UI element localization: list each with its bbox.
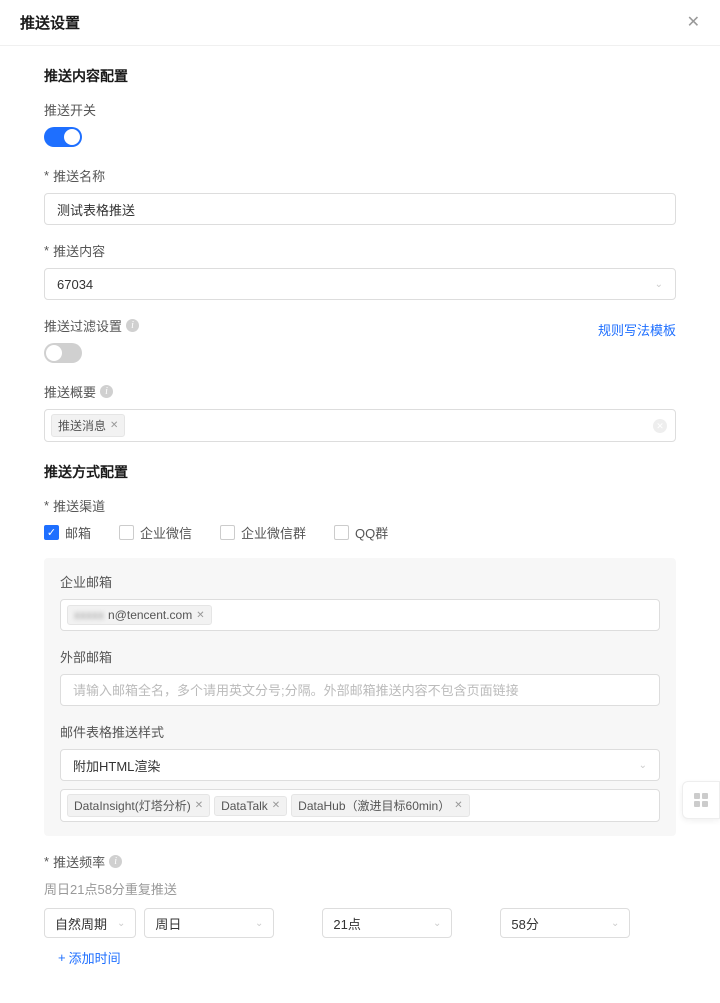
tag-remove-icon[interactable]: ✕	[272, 800, 280, 811]
corp-email-input[interactable]: xxxxxn@tencent.com ✕	[60, 599, 660, 631]
plus-icon: +	[58, 950, 66, 965]
chevron-down-icon: ⌄	[655, 279, 663, 290]
channel-email[interactable]: ✓ 邮箱	[44, 523, 91, 542]
toggle-knob	[46, 345, 62, 361]
email-style-select[interactable]: 附加HTML渲染 ⌄	[60, 749, 660, 781]
channel-wecom[interactable]: 企业微信	[119, 523, 192, 542]
field-push-channel: *推送渠道 ✓ 邮箱 企业微信 企业微信群 QQ群	[44, 496, 676, 542]
chevron-down-icon: ⌄	[255, 918, 263, 929]
checkbox-icon	[334, 525, 349, 540]
push-summary-input[interactable]: 推送消息 ✕ ✕	[44, 409, 676, 442]
chevron-down-icon: ⌄	[117, 918, 125, 929]
push-name-label: *推送名称	[44, 166, 676, 185]
tag-remove-icon[interactable]: ✕	[196, 610, 204, 621]
toggle-knob	[64, 129, 80, 145]
ext-email-label: 外部邮箱	[60, 647, 660, 666]
field-corp-email: 企业邮箱 xxxxxn@tencent.com ✕	[60, 572, 660, 631]
chevron-down-icon: ⌄	[433, 918, 441, 929]
email-sub-panel: 企业邮箱 xxxxxn@tencent.com ✕ 外部邮箱 邮件表格推送样式 …	[44, 558, 676, 836]
channel-qq-group[interactable]: QQ群	[334, 523, 388, 542]
push-switch-label: 推送开关	[44, 100, 676, 119]
minute-select[interactable]: 58分 ⌄	[500, 908, 630, 938]
push-content-label: *推送内容	[44, 241, 676, 260]
tag-remove-icon[interactable]: ✕	[195, 800, 203, 811]
chevron-down-icon: ⌄	[639, 760, 647, 771]
chevron-down-icon: ⌄	[611, 918, 619, 929]
field-push-content: *推送内容 67034 ⌄	[44, 241, 676, 300]
push-summary-label: 推送概要 i	[44, 382, 676, 401]
filter-template-link[interactable]: 规则写法模板	[598, 320, 676, 339]
modal-title: 推送设置	[20, 12, 80, 33]
style-tag: DataInsight(灯塔分析) ✕	[67, 794, 210, 817]
push-switch-toggle[interactable]	[44, 127, 82, 147]
push-content-value: 67034	[57, 277, 93, 292]
push-channel-label: *推送渠道	[44, 496, 676, 515]
frequency-selects: 自然周期 ⌄ 周日 ⌄ 21点 ⌄ 58分 ⌄	[44, 908, 676, 938]
checkbox-icon	[119, 525, 134, 540]
close-icon[interactable]: ✕	[687, 15, 700, 31]
section-content-config: 推送内容配置	[44, 66, 676, 86]
add-time-button[interactable]: + 添加时间	[58, 948, 121, 967]
email-style-label: 邮件表格推送样式	[60, 722, 660, 741]
checkbox-icon	[220, 525, 235, 540]
field-push-name: *推送名称	[44, 166, 676, 225]
field-push-switch: 推送开关	[44, 100, 676, 150]
channel-checkbox-group: ✓ 邮箱 企业微信 企业微信群 QQ群	[44, 523, 676, 542]
corp-email-label: 企业邮箱	[60, 572, 660, 591]
checkbox-checked-icon: ✓	[44, 525, 59, 540]
section-method-config: 推送方式配置	[44, 462, 676, 482]
info-icon: i	[100, 385, 113, 398]
email-style-value: 附加HTML渲染	[73, 756, 160, 775]
field-push-frequency: *推送频率 i 周日21点58分重复推送 自然周期 ⌄ 周日 ⌄ 21点 ⌄ 5…	[44, 852, 676, 967]
channel-wecom-group[interactable]: 企业微信群	[220, 523, 306, 542]
modal-body: 推送内容配置 推送开关 *推送名称 *推送内容 67034 ⌄ 推送过滤设置 i…	[0, 46, 720, 1003]
push-name-input[interactable]	[44, 193, 676, 225]
push-content-select[interactable]: 67034 ⌄	[44, 268, 676, 300]
clear-icon[interactable]: ✕	[653, 419, 667, 433]
grid-icon	[694, 793, 708, 807]
float-grid-button[interactable]	[682, 781, 720, 819]
email-style-tags[interactable]: DataInsight(灯塔分析) ✕ DataTalk ✕ DataHub（激…	[60, 789, 660, 822]
field-ext-email: 外部邮箱	[60, 647, 660, 706]
push-filter-toggle[interactable]	[44, 343, 82, 363]
field-push-summary: 推送概要 i 推送消息 ✕ ✕	[44, 382, 676, 442]
info-icon: i	[109, 855, 122, 868]
tag-remove-icon[interactable]: ✕	[110, 420, 118, 431]
hour-select[interactable]: 21点 ⌄	[322, 908, 452, 938]
corp-email-tag: xxxxxn@tencent.com ✕	[67, 605, 212, 625]
summary-tag: 推送消息 ✕	[51, 414, 125, 437]
field-email-style: 邮件表格推送样式 附加HTML渲染 ⌄ DataInsight(灯塔分析) ✕ …	[60, 722, 660, 822]
info-icon: i	[126, 319, 139, 332]
ext-email-input[interactable]	[60, 674, 660, 706]
field-push-filter: 推送过滤设置 i 规则写法模板	[44, 316, 676, 366]
push-filter-label: 推送过滤设置 i	[44, 316, 139, 335]
tag-remove-icon[interactable]: ✕	[454, 800, 462, 811]
period-type-select[interactable]: 自然周期 ⌄	[44, 908, 136, 938]
push-frequency-label: *推送频率 i	[44, 852, 676, 871]
period-value-select[interactable]: 周日 ⌄	[144, 908, 274, 938]
frequency-description: 周日21点58分重复推送	[44, 879, 676, 898]
style-tag: DataTalk ✕	[214, 796, 287, 816]
style-tag: DataHub（激进目标60min） ✕	[291, 794, 469, 817]
modal-header: 推送设置 ✕	[0, 0, 720, 46]
